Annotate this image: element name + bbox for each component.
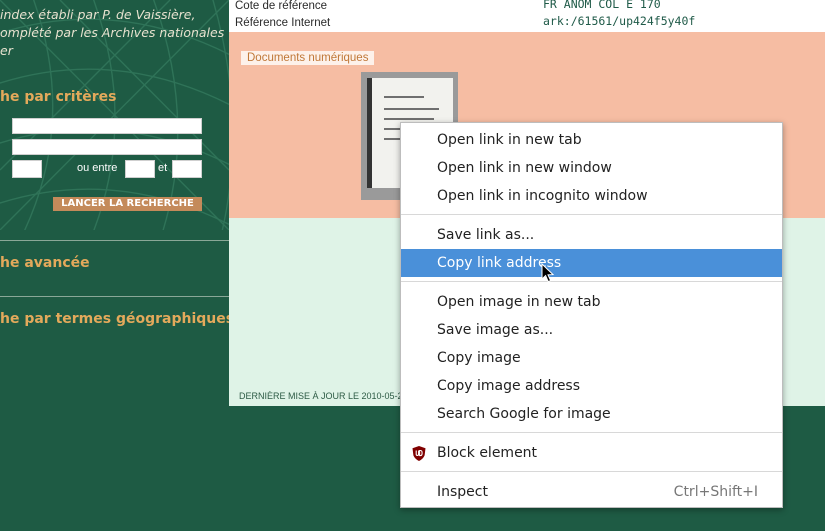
intro-text: index établi par P. de Vaissière, omplét… [0,6,224,60]
menu-item-search-google-image[interactable]: Search Google for image [401,400,782,428]
menu-separator [401,432,782,433]
search-field-2[interactable] [12,139,202,155]
menu-item-label: Copy image [437,350,521,366]
sidebar-divider [0,240,229,241]
menu-item-label: Search Google for image [437,406,611,422]
date-from-field[interactable] [12,160,42,178]
ublock-shield-icon [412,446,426,461]
menu-item-label: Open link in new tab [437,132,582,148]
menu-item-label: Block element [437,445,538,461]
menu-item-label: Open image in new tab [437,294,601,310]
geo-search-link[interactable]: he par termes géographiques [0,311,229,327]
menu-item-copy-image[interactable]: Copy image [401,344,782,372]
cote-value: FR ANOM COL E 170 [543,0,661,11]
internet-reference-label: Référence Internet [235,17,331,29]
internet-reference-value: ark:/61561/up424f5y40f [543,14,696,28]
criteria-search-title: he par critères [0,89,117,105]
sidebar-divider [0,296,229,297]
menu-item-label: Inspect [437,484,488,500]
menu-separator [401,214,782,215]
cote-label: Cote de référence [235,0,328,12]
search-field-1[interactable] [12,118,202,134]
and-label: et [158,162,168,174]
menu-item-label: Copy image address [437,378,581,394]
menu-item-label: Open link in incognito window [437,188,648,204]
menu-item-shortcut: Ctrl+Shift+I [673,484,758,500]
menu-item-open-link-incognito[interactable]: Open link in incognito window [401,182,782,210]
last-update-text: DERNIÈRE MISE À JOUR LE 2010-05-2 [239,391,403,401]
menu-item-copy-image-address[interactable]: Copy image address [401,372,782,400]
menu-item-label: Save image as... [437,322,554,338]
sidebar: index établi par P. de Vaissière, omplét… [0,0,229,531]
menu-separator [401,471,782,472]
menu-item-open-link-new-tab[interactable]: Open link in new tab [401,126,782,154]
menu-item-save-link-as[interactable]: Save link as... [401,221,782,249]
date-between-end-field[interactable] [172,160,202,178]
menu-separator [401,281,782,282]
menu-item-label: Save link as... [437,227,535,243]
reference-header: Cote de référence FR ANOM COL E 170 Réfé… [229,0,825,32]
menu-item-open-image-new-tab[interactable]: Open image in new tab [401,288,782,316]
menu-item-save-image-as[interactable]: Save image as... [401,316,782,344]
advanced-search-link[interactable]: he avancée [0,255,90,271]
menu-item-block-element[interactable]: Block element [401,439,782,467]
intro-line: er [0,43,13,58]
mouse-cursor-icon [541,263,555,283]
search-button[interactable]: LANCER LA RECHERCHE [53,197,202,211]
date-between-start-field[interactable] [125,160,155,178]
menu-item-label: Open link in new window [437,160,612,176]
menu-item-open-link-new-window[interactable]: Open link in new window [401,154,782,182]
menu-item-copy-link-address[interactable]: Copy link address [401,249,782,277]
context-menu: Open link in new tab Open link in new wi… [400,122,783,508]
documents-label: Documents numériques [241,51,375,65]
between-label: ou entre [77,162,118,174]
intro-line: omplété par les Archives nationales [0,25,225,40]
menu-item-inspect[interactable]: Inspect Ctrl+Shift+I [401,478,782,506]
intro-line: index établi par P. de Vaissière, [0,7,196,22]
